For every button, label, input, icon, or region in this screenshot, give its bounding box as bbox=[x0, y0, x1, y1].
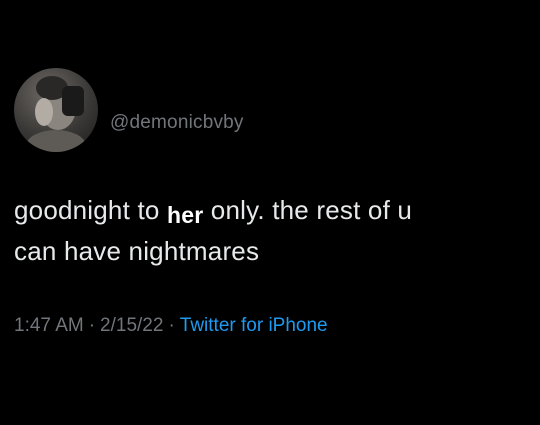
user-handle[interactable]: @demonicbvby bbox=[110, 112, 244, 134]
meta-separator: · bbox=[168, 315, 175, 336]
tweet-text-part: goodnight to bbox=[14, 195, 167, 225]
tweet-text-line-1: goodnight to her only. the rest of u bbox=[14, 190, 529, 231]
meta-separator: · bbox=[88, 315, 96, 336]
tweet-text-line-2: can have nightmares bbox=[14, 236, 260, 266]
tweet-text: goodnight to her only. the rest of u can… bbox=[14, 190, 529, 271]
tweet-meta: 1:47 AM · 2/15/22 · Twitter for iPhone bbox=[14, 315, 328, 337]
avatar-photo-icon bbox=[26, 76, 86, 152]
tweet-card: @demonicbvby goodnight to her only. the … bbox=[0, 0, 540, 425]
avatar[interactable] bbox=[14, 68, 98, 152]
tweet-date[interactable]: 2/15/22 bbox=[100, 315, 163, 336]
tweet-time[interactable]: 1:47 AM bbox=[14, 315, 84, 336]
tweet-text-part: only. the rest of u bbox=[203, 195, 413, 225]
tweet-source-link[interactable]: Twitter for iPhone bbox=[180, 315, 328, 336]
tweet-text-emphasis: her bbox=[166, 202, 204, 228]
